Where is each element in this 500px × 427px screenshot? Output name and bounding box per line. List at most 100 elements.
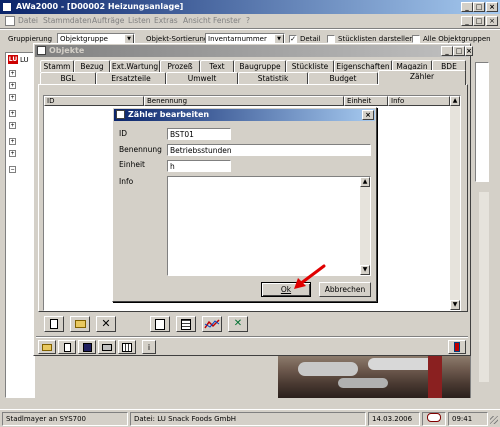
save-button[interactable]	[78, 340, 96, 354]
menu-ansicht[interactable]: Ansicht	[183, 16, 211, 25]
column-header-einheit[interactable]: Einheit	[344, 96, 388, 106]
exit-door-icon	[454, 342, 460, 352]
main-title-text: AWa2000 - [D00002 Heizungsanlage]	[16, 2, 184, 11]
info-icon: i	[147, 342, 151, 352]
tab-umwelt[interactable]: Umwelt	[166, 72, 238, 84]
tab-stamm[interactable]: Stamm	[40, 60, 74, 72]
detail-label: Detail	[300, 35, 321, 43]
benennung-field[interactable]: Betriebsstunden	[167, 144, 371, 156]
tree-expand-node[interactable]: +	[9, 82, 16, 89]
open-button[interactable]	[70, 316, 90, 332]
tab-statistik[interactable]: Statistik	[238, 72, 308, 84]
calculator-button[interactable]	[150, 316, 170, 332]
benennung-label: Benennung	[119, 145, 162, 154]
menu-divider	[0, 28, 500, 30]
tab-ersatzteile[interactable]: Ersatzteile	[96, 72, 166, 84]
object-tree[interactable]: LU LU	[5, 52, 35, 398]
zaehler-dialog: Zähler bearbeiten × ID BST01 Benennung B…	[112, 107, 377, 302]
menu-auftraege[interactable]: Aufträge	[92, 16, 124, 25]
tree-expand-node[interactable]: +	[9, 110, 16, 117]
new-document-icon	[50, 319, 58, 329]
delete-button[interactable]: ✕	[96, 316, 116, 332]
objekte-maximize-button[interactable]: □	[453, 46, 465, 56]
info-scrollbar[interactable]: ▲ ▼	[360, 177, 370, 275]
open-folder-button[interactable]	[38, 340, 56, 354]
folder-icon	[42, 343, 52, 351]
mdi-minimize-button[interactable]: _	[461, 16, 473, 26]
tree-expand-node[interactable]: +	[9, 150, 16, 157]
close-button[interactable]: ×	[486, 2, 498, 12]
calculator-icon	[155, 318, 165, 330]
tree-expand-node[interactable]: +	[9, 94, 16, 101]
info-label: Info	[119, 177, 134, 186]
scroll-down-button[interactable]: ▼	[360, 265, 370, 275]
tab-bgl[interactable]: BGL	[40, 72, 96, 84]
table-button[interactable]	[118, 340, 136, 354]
mdi-close-button[interactable]: ×	[486, 16, 498, 26]
info-textarea[interactable]: ▲ ▼	[167, 176, 371, 276]
menu-fenster[interactable]: Fenster	[213, 16, 241, 25]
objekte-minimize-button[interactable]: _	[441, 46, 453, 56]
main-title-bar: AWa2000 - [D00002 Heizungsanlage] _ □ ×	[0, 0, 500, 14]
einheit-field[interactable]: h	[167, 160, 231, 172]
exit-button[interactable]	[448, 340, 466, 354]
status-bar: Stadlmayer an SYS700 Datei: LU Snack Foo…	[0, 409, 500, 427]
tab-text[interactable]: Text	[200, 60, 234, 72]
tab-budget[interactable]: Budget	[308, 72, 378, 84]
scroll-down-button[interactable]: ▼	[450, 300, 460, 310]
tree-expand-node[interactable]: +	[9, 138, 16, 145]
side-list[interactable]	[475, 62, 489, 182]
resize-grip-icon[interactable]	[490, 416, 498, 424]
lu-logo-icon: LU	[8, 55, 18, 64]
grid-button[interactable]	[176, 316, 196, 332]
column-header-info[interactable]: Info	[388, 96, 450, 106]
mdi-restore-button[interactable]: □	[473, 16, 485, 26]
objekte-close-button[interactable]: ×	[465, 46, 473, 56]
column-header-id[interactable]: ID	[44, 96, 144, 106]
dialog-title-text: Zähler bearbeiten	[128, 110, 210, 119]
column-header-benennung[interactable]: Benennung	[144, 96, 344, 106]
tree-expand-node[interactable]: +	[9, 70, 16, 77]
copy-button[interactable]	[58, 340, 76, 354]
floppy-disk-icon	[82, 342, 92, 352]
copy-icon	[63, 342, 71, 352]
scrollbar-track[interactable]	[479, 192, 489, 382]
menu-help[interactable]: ?	[246, 16, 250, 25]
equipment-photo	[278, 350, 470, 398]
menu-datei[interactable]: Datei	[18, 16, 38, 25]
scroll-up-button[interactable]: ▲	[450, 96, 460, 106]
info-button[interactable]: i	[142, 340, 156, 354]
status-time: 09:41	[448, 412, 488, 426]
stueckliste-checkbox[interactable]	[327, 35, 335, 43]
excel-icon: ✕	[233, 318, 243, 329]
scroll-up-button[interactable]: ▲	[360, 177, 370, 187]
tab-bezug[interactable]: Bezug	[74, 60, 110, 72]
detail-checkbox[interactable]: ✓	[289, 35, 297, 43]
tab-prozess[interactable]: Prozeß	[160, 60, 200, 72]
minimize-button[interactable]: _	[461, 2, 473, 12]
dialog-close-button[interactable]: ×	[362, 110, 374, 120]
sortierung-label: Objekt-Sortierung	[146, 35, 209, 43]
id-label: ID	[119, 129, 127, 138]
table-icon	[122, 342, 132, 352]
menu-stammdaten[interactable]: Stammdaten	[43, 16, 92, 25]
chart-button[interactable]	[202, 316, 222, 332]
grid-icon	[181, 318, 191, 330]
menu-listen[interactable]: Listen	[128, 16, 150, 25]
menu-extras[interactable]: Extras	[154, 16, 178, 25]
tab-baugruppe[interactable]: Baugruppe	[234, 60, 286, 72]
stueckliste-label: Stücklisten darstellen	[338, 35, 414, 43]
maximize-button[interactable]: □	[473, 2, 485, 12]
new-button[interactable]	[44, 316, 64, 332]
tree-expand-node[interactable]: +	[9, 122, 16, 129]
print-button[interactable]	[98, 340, 116, 354]
tab-stueckliste[interactable]: Stückliste	[286, 60, 334, 72]
tree-collapse-node[interactable]: −	[9, 166, 16, 173]
tab-zaehler[interactable]: Zähler	[378, 70, 466, 85]
id-field[interactable]: BST01	[167, 128, 231, 140]
alle-checkbox[interactable]	[412, 35, 420, 43]
window-icon	[37, 46, 46, 55]
table-vertical-scrollbar[interactable]: ▲ ▼	[450, 96, 460, 310]
export-button[interactable]: ✕	[228, 316, 248, 332]
tab-ext-wartung[interactable]: Ext.Wartung	[110, 60, 160, 72]
